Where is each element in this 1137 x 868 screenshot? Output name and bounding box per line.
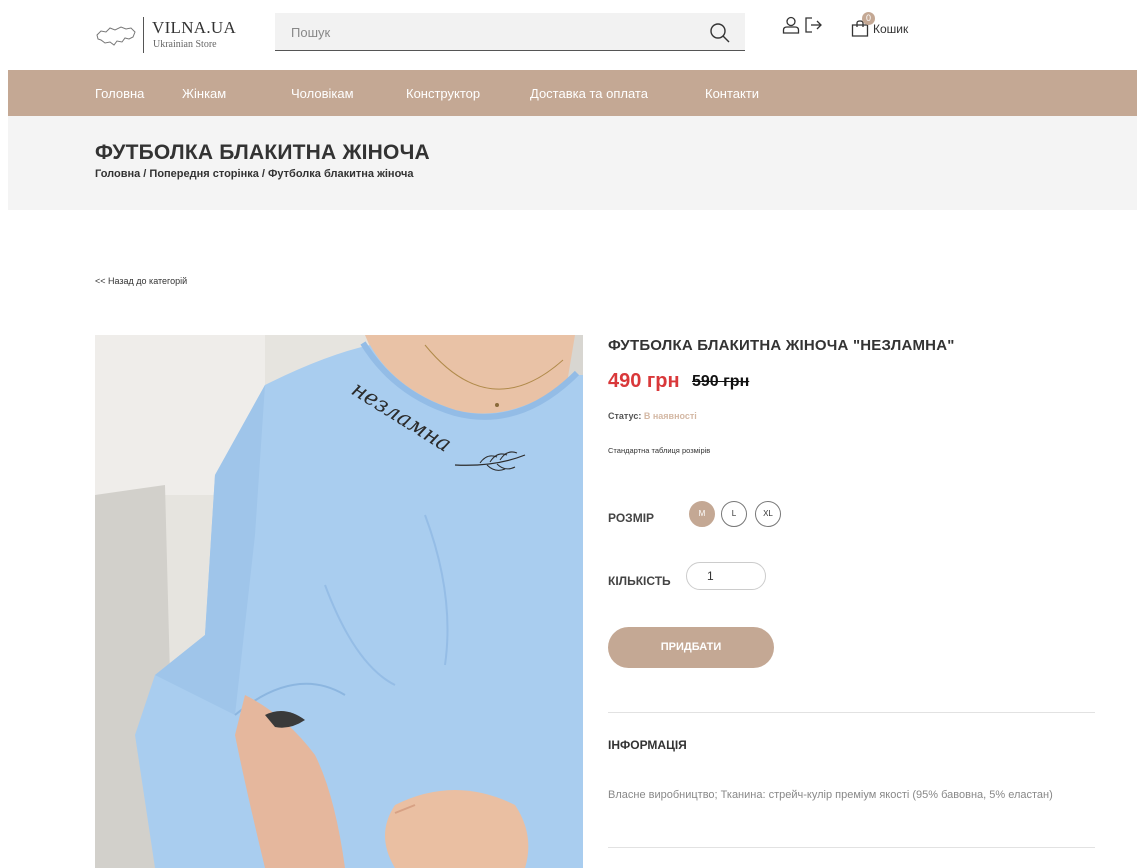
search-icon[interactable]: [709, 22, 731, 44]
size-option-xl[interactable]: XL: [755, 501, 781, 527]
size-option-l[interactable]: L: [721, 501, 747, 527]
price-current: 490 грн: [608, 370, 680, 392]
nav-item-contacts[interactable]: Контакти: [705, 86, 759, 101]
info-text: Власне виробництво; Тканина: стрейч-кулі…: [608, 789, 1053, 801]
user-icon[interactable]: [782, 16, 800, 34]
logo-subtitle: Ukrainian Store: [153, 39, 217, 50]
product-photo[interactable]: незламна: [95, 335, 583, 868]
nav-item-women[interactable]: Жінкам: [182, 86, 226, 101]
page-title: ФУТБОЛКА БЛАКИТНА ЖІНОЧА: [95, 141, 430, 164]
status-value: В наявності: [643, 411, 697, 421]
login-icon[interactable]: [804, 15, 824, 35]
cart-label: Кошик: [873, 22, 909, 36]
divider: [608, 847, 1095, 848]
breadcrumb: Головна / Попередня сторінка / Футболка …: [95, 168, 414, 180]
search-bar: [275, 13, 745, 51]
nav-item-home[interactable]: Головна: [95, 86, 144, 101]
breadcrumb-previous[interactable]: Попередня сторінка: [149, 168, 258, 180]
breadcrumb-home[interactable]: Головна: [95, 168, 140, 180]
page: VILNA.UA Ukrainian Store 0 Кошик: [0, 0, 1137, 868]
logo-title: VILNA.UA: [152, 18, 237, 37]
breadcrumb-separator: /: [258, 168, 269, 180]
page-header-band: ФУТБОЛКА БЛАКИТНА ЖІНОЧА Головна / Попер…: [8, 116, 1137, 210]
header: VILNA.UA Ukrainian Store 0 Кошик: [0, 0, 1137, 70]
nav-item-delivery[interactable]: Доставка та оплата: [530, 86, 648, 101]
size-table-link[interactable]: Стандартна таблиця розмірів: [608, 446, 710, 455]
logo-separator: [143, 17, 144, 53]
product-photo-image: незламна: [95, 335, 583, 868]
nav-item-men[interactable]: Чоловікам: [291, 86, 354, 101]
main-nav: Головна Жінкам Чоловікам Конструктор Дос…: [8, 70, 1137, 116]
add-to-cart-button[interactable]: ПРИДБАТИ: [608, 627, 774, 668]
size-option-m[interactable]: M: [689, 501, 715, 527]
price-old: 590 грн: [692, 373, 750, 390]
ukraine-map-icon: [96, 26, 136, 46]
status-label: Статус:: [608, 411, 642, 421]
product-title: ФУТБОЛКА БЛАКИТНА ЖІНОЧА "НЕЗЛАМНА": [608, 337, 955, 354]
quantity-input[interactable]: [686, 562, 766, 590]
status: Статус: В наявності: [608, 411, 697, 421]
breadcrumb-current: Футболка блакитна жіноча: [268, 168, 414, 180]
back-to-categories-link[interactable]: << Назад до категорій: [95, 276, 187, 286]
search-input[interactable]: [275, 13, 695, 51]
size-label: РОЗМІР: [608, 511, 655, 525]
nav-item-constructor[interactable]: Конструктор: [406, 86, 480, 101]
divider: [608, 712, 1095, 713]
quantity-label: КІЛЬКІСТЬ: [608, 574, 671, 588]
logo[interactable]: VILNA.UA Ukrainian Store: [95, 15, 255, 57]
info-title: ІНФОРМАЦІЯ: [608, 738, 687, 752]
